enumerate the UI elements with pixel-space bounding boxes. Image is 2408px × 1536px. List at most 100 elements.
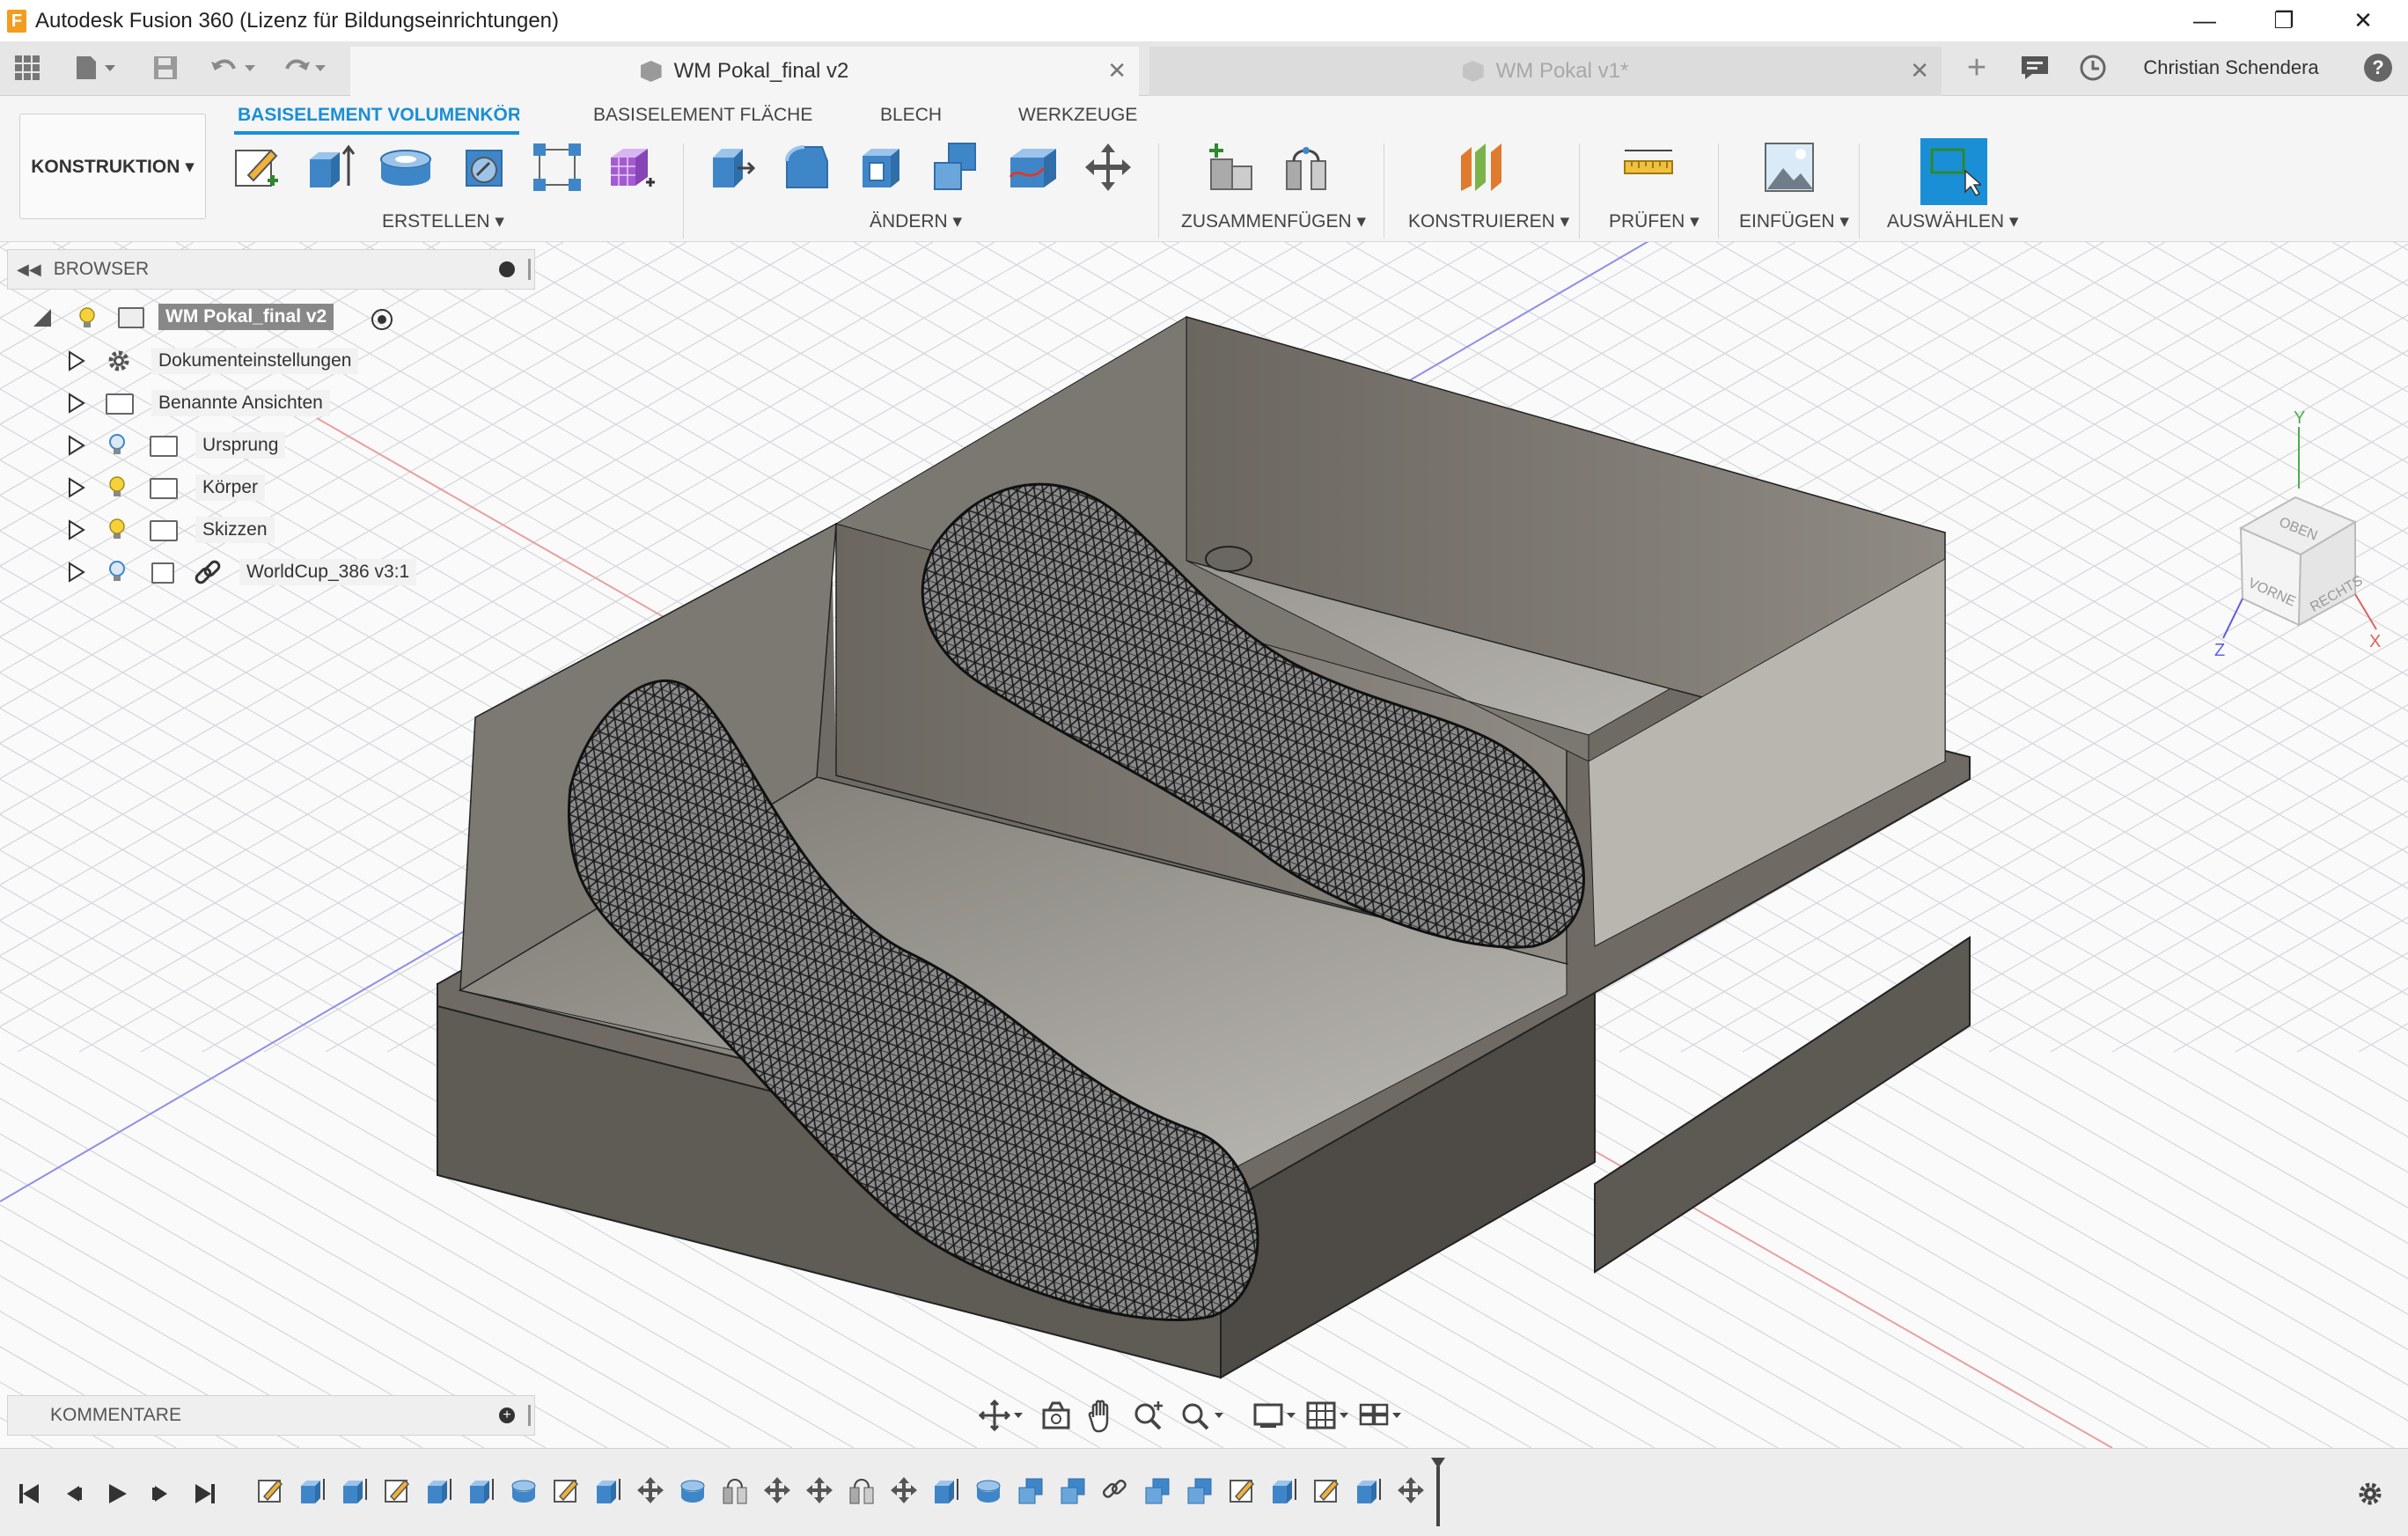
joint-icon[interactable]	[1280, 140, 1334, 195]
measure-icon[interactable]	[1621, 140, 1676, 195]
display-settings-icon[interactable]	[1252, 1398, 1301, 1439]
tree-item-benannte-ansichten[interactable]: Benannte Ansichten	[67, 386, 366, 420]
panel-resize-handle[interactable]	[528, 1405, 531, 1426]
offset-plane-icon[interactable]	[1456, 140, 1510, 195]
lightbulb-off-icon[interactable]	[109, 434, 125, 455]
orbit-icon[interactable]	[977, 1398, 1026, 1439]
lightbulb-off-icon[interactable]	[109, 561, 125, 582]
lightbulb-on-icon[interactable]	[79, 307, 95, 328]
lightbulb-on-icon[interactable]	[109, 476, 125, 497]
panel-options-icon[interactable]	[499, 261, 515, 277]
new-component-icon[interactable]	[1204, 140, 1259, 195]
timeline-move-icon[interactable]	[762, 1475, 792, 1505]
timeline-marker[interactable]	[1429, 1456, 1445, 1526]
timeline-joint-icon[interactable]	[847, 1475, 877, 1505]
fillet-icon[interactable]	[778, 140, 833, 195]
tab-close-icon[interactable]: ✕	[1107, 57, 1127, 85]
data-panel-grid-icon[interactable]	[12, 50, 42, 85]
new-tab-button[interactable]: +	[1959, 49, 1994, 86]
zoom-icon[interactable]	[1132, 1398, 1165, 1439]
comments-panel-header[interactable]: KOMMENTARE +	[7, 1395, 535, 1436]
timeline-extrude-icon[interactable]	[1269, 1475, 1299, 1505]
go-to-end-icon[interactable]	[190, 1479, 220, 1509]
restore-button[interactable]: ❐	[2244, 0, 2324, 41]
timeline-combine-icon[interactable]	[1016, 1475, 1046, 1505]
timeline-combine-icon[interactable]	[1142, 1475, 1172, 1505]
timeline-extrude-icon[interactable]	[424, 1475, 454, 1505]
revolve-icon[interactable]	[378, 140, 433, 195]
timeline-revolve-icon[interactable]	[678, 1475, 708, 1505]
tab-basiselement-flaeche[interactable]: BASISELEMENT FLÄCHE	[593, 105, 812, 126]
timeline-sketch-icon[interactable]	[255, 1475, 285, 1505]
tree-item-skizzen[interactable]: Skizzen	[67, 513, 366, 547]
job-status-icon[interactable]	[2075, 50, 2111, 85]
extrude-icon[interactable]	[303, 140, 357, 195]
expand-triangle-icon[interactable]	[67, 561, 86, 584]
timeline-joint-icon[interactable]	[720, 1475, 750, 1505]
timeline-sketch-icon[interactable]	[1311, 1475, 1341, 1505]
timeline-extrude-icon[interactable]	[593, 1475, 623, 1505]
tree-item-worldcup-386[interactable]: WorldCup_386 v3:1	[67, 555, 437, 589]
sweep-icon[interactable]	[458, 140, 512, 195]
tab-blech[interactable]: BLECH	[880, 105, 942, 126]
shell-icon[interactable]	[854, 140, 908, 195]
group-zusammenfuegen[interactable]: ZUSAMMENFÜGEN ▾	[1181, 210, 1366, 232]
expanded-triangle-icon[interactable]	[32, 307, 55, 330]
timeline-move-icon[interactable]	[889, 1475, 919, 1505]
timeline-revolve-icon[interactable]	[973, 1475, 1003, 1505]
help-button[interactable]: ?	[2362, 50, 2394, 85]
pattern-icon[interactable]	[530, 140, 584, 195]
file-menu-icon[interactable]	[70, 50, 123, 85]
tab-basiselement-volumenkoerper[interactable]: BASISELEMENT VOLUMENKÖR...	[234, 105, 519, 135]
timeline-combine-icon[interactable]	[1185, 1475, 1215, 1505]
undo-icon[interactable]	[208, 50, 261, 85]
timeline-extrude-icon[interactable]	[1354, 1475, 1384, 1505]
timeline-extrude-icon[interactable]	[466, 1475, 496, 1505]
group-aendern[interactable]: ÄNDERN ▾	[870, 210, 962, 232]
step-forward-icon[interactable]	[146, 1479, 176, 1509]
close-button[interactable]: ✕	[2324, 0, 2403, 41]
timeline-extrude-icon[interactable]	[340, 1475, 370, 1505]
group-erstellen[interactable]: ERSTELLEN ▾	[382, 210, 504, 232]
timeline-settings-gear-icon[interactable]	[2355, 1479, 2385, 1509]
expand-triangle-icon[interactable]	[67, 476, 86, 499]
timeline-move-icon[interactable]	[1396, 1475, 1426, 1505]
group-einfuegen[interactable]: EINFÜGEN ▾	[1739, 210, 1849, 232]
look-at-icon[interactable]	[1040, 1398, 1072, 1439]
move-copy-icon[interactable]	[1081, 140, 1135, 195]
user-account-menu[interactable]: Christian Schendera	[2130, 50, 2332, 85]
expand-triangle-icon[interactable]	[67, 349, 86, 372]
panel-resize-handle[interactable]	[528, 259, 531, 280]
combine-icon[interactable]	[929, 140, 984, 195]
viewport-canvas[interactable]: OBEN VORNE RECHTS Y X Z	[0, 242, 2408, 1448]
3d-viewport[interactable]: OBEN VORNE RECHTS Y X Z	[0, 242, 2408, 1448]
create-sketch-icon[interactable]	[231, 140, 285, 195]
split-face-icon[interactable]	[1007, 140, 1061, 195]
timeline-sketch-icon[interactable]	[382, 1475, 412, 1505]
save-icon[interactable]	[150, 50, 181, 85]
timeline-combine-icon[interactable]	[1058, 1475, 1088, 1505]
expand-triangle-icon[interactable]	[67, 434, 86, 457]
minimize-button[interactable]: —	[2165, 0, 2244, 41]
pan-hand-icon[interactable]	[1086, 1398, 1118, 1439]
zoom-window-icon[interactable]	[1179, 1398, 1229, 1439]
mold-box-model[interactable]	[437, 316, 1971, 1379]
timeline-move-icon[interactable]	[635, 1475, 665, 1505]
go-to-start-icon[interactable]	[14, 1479, 44, 1509]
timeline-sketch-icon[interactable]	[551, 1475, 581, 1505]
tree-item-dokumenteinstellungen[interactable]: Dokumenteinstellungen	[67, 344, 366, 378]
timeline-link-icon[interactable]	[1100, 1475, 1130, 1505]
press-pull-icon[interactable]	[704, 140, 759, 195]
timeline-extrude-icon[interactable]	[931, 1475, 961, 1505]
expand-triangle-icon[interactable]	[67, 392, 86, 415]
workspace-switcher[interactable]: KONSTRUKTION ▾	[19, 114, 206, 219]
create-form-icon[interactable]	[606, 140, 660, 195]
activate-component-icon[interactable]	[371, 309, 393, 330]
tree-root-row[interactable]: WM Pokal_final v2	[32, 302, 410, 335]
group-konstruieren[interactable]: KONSTRUIEREN ▾	[1408, 210, 1569, 232]
select-tool-icon[interactable]	[1920, 138, 1987, 205]
insert-canvas-icon[interactable]	[1762, 140, 1817, 195]
tab-wm-pokal-v1[interactable]: WM Pokal v1* ✕	[1149, 47, 1942, 96]
expand-triangle-icon[interactable]	[67, 518, 86, 541]
timeline-move-icon[interactable]	[804, 1475, 834, 1505]
